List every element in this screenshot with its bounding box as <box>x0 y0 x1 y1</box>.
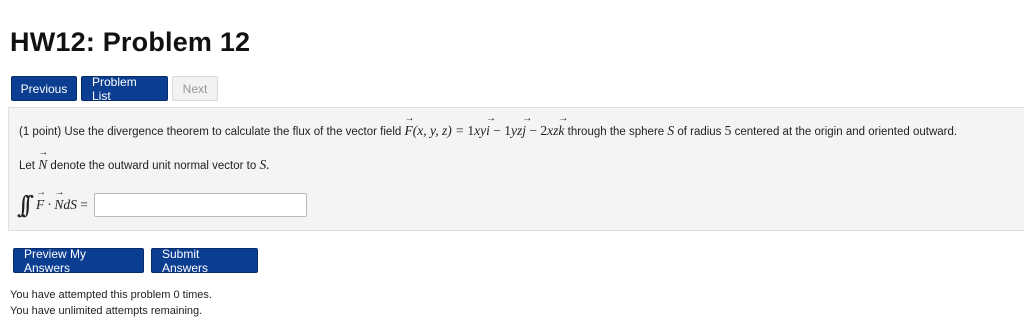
attempt-status: You have attempted this problem 0 times.… <box>10 287 212 319</box>
problem-box: (1 point) Use the divergence theorem to … <box>8 107 1024 231</box>
let-mid-text: denote the outward unit normal vector to <box>50 160 257 172</box>
answer-row: ∫∫ F · NdS = <box>17 187 307 219</box>
problem-statement: (1 point) Use the divergence theorem to … <box>19 113 958 139</box>
radius-value: 5 <box>724 123 732 138</box>
integral-expression: F · NdS = <box>36 187 88 213</box>
statement-text: Use the divergence theorem to calculate … <box>64 126 402 138</box>
problem-nav: Previous Problem List Next <box>11 75 218 103</box>
next-button: Next <box>172 76 218 101</box>
previous-button[interactable]: Previous <box>11 76 77 101</box>
field-lhs: F(x, y, z) = <box>404 113 464 138</box>
field-rhs: 1xyi − 1yzj − 2xzk <box>467 113 564 138</box>
submit-answers-button[interactable]: Submit Answers <box>151 247 258 275</box>
answer-actions: Preview My Answers Submit Answers <box>13 247 258 275</box>
normal-symbol: N <box>38 147 47 173</box>
let-text: Let <box>19 160 35 172</box>
statement-radius-text: of radius <box>677 126 722 138</box>
remaining-text: You have unlimited attempts remaining. <box>10 305 203 317</box>
statement-text-end: centered at the origin and oriented outw… <box>734 126 958 138</box>
statement-text-post: through the sphere <box>567 126 665 138</box>
page-title: HW12: Problem 12 <box>10 27 251 57</box>
preview-answers-button[interactable]: Preview My Answers <box>13 247 144 275</box>
problem-list-button[interactable]: Problem List <box>81 75 168 103</box>
let-end-symbol: S. <box>259 157 270 172</box>
double-integral-icon: ∫∫ <box>17 191 34 219</box>
attempts-text: You have attempted this problem 0 times. <box>10 289 212 301</box>
answer-input[interactable] <box>93 193 307 217</box>
points-label: (1 point) <box>19 126 62 138</box>
normal-definition: Let N denote the outward unit normal vec… <box>19 147 270 173</box>
sphere-symbol: S <box>667 123 675 138</box>
